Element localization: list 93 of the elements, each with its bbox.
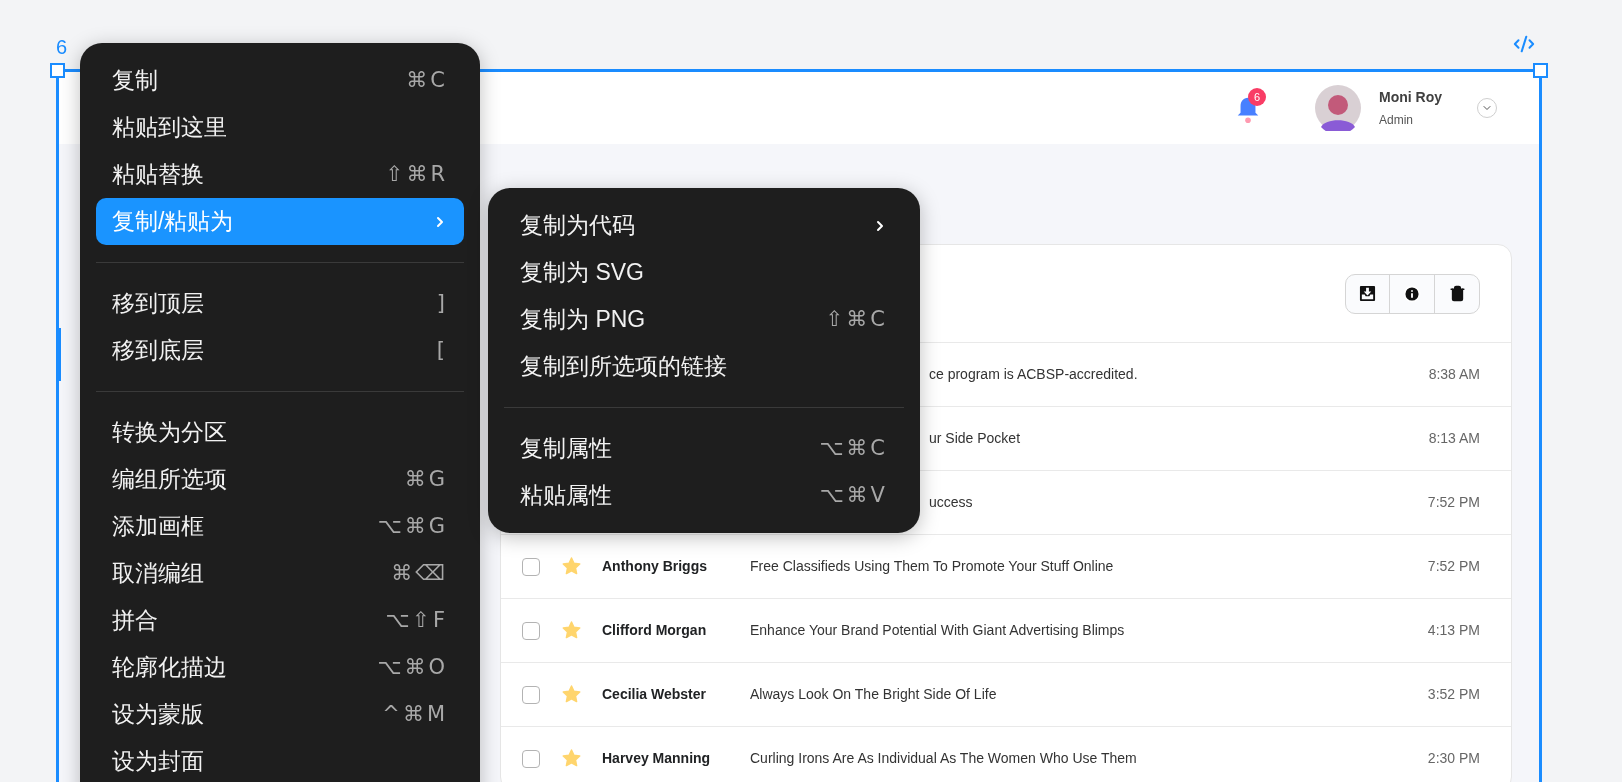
email-time: 7:52 PM bbox=[1427, 557, 1480, 576]
archive-icon bbox=[1359, 285, 1376, 302]
menu-label: 粘贴到这里 bbox=[112, 113, 227, 143]
shortcut-label: ⇧⌘R bbox=[385, 160, 448, 188]
user-name: Moni Roy bbox=[1379, 88, 1443, 107]
menu-label: 转换为分区 bbox=[112, 418, 227, 448]
menu-item[interactable]: 复制为代码 bbox=[504, 202, 904, 249]
shortcut-label: ⌥⌘G bbox=[377, 512, 448, 540]
menu-item[interactable]: 粘贴到这里 bbox=[96, 104, 464, 151]
menu-item[interactable]: 设为蒙版 ^⌘M bbox=[96, 691, 464, 738]
shortcut-label: ⇧⌘C bbox=[825, 305, 888, 333]
menu-item[interactable]: 复制为 PNG ⇧⌘C bbox=[504, 296, 904, 343]
star-icon[interactable] bbox=[562, 685, 581, 704]
email-subject: ur Side Pocket bbox=[929, 429, 1022, 448]
menu-label: 移到顶层 bbox=[112, 289, 204, 319]
corner-handle[interactable] bbox=[1533, 63, 1548, 78]
menu-item[interactable]: 粘贴属性 ⌥⌘V bbox=[504, 472, 904, 519]
email-subject: ce program is ACBSP-accredited. bbox=[929, 365, 1139, 384]
menu-label: 复制/粘贴为 bbox=[112, 207, 234, 237]
row-checkbox[interactable] bbox=[522, 557, 540, 576]
menu-label: 粘贴替换 bbox=[112, 160, 204, 190]
menu-item[interactable]: 复制 ⌘C bbox=[96, 57, 464, 104]
menu-item[interactable]: 移到顶层 ] bbox=[96, 280, 464, 327]
menu-item[interactable]: 拼合 ⌥⇧F bbox=[96, 597, 464, 644]
star-icon[interactable] bbox=[562, 621, 581, 640]
sender-name: Clifford Morgan bbox=[602, 621, 708, 640]
email-row[interactable]: Harvey Manning Curling Irons Are As Individual As The Women Who Use Them 2:30 PM bbox=[501, 726, 1511, 782]
menu-item[interactable]: 复制属性 ⌥⌘C bbox=[504, 425, 904, 472]
menu-label: 添加画框 bbox=[112, 512, 204, 542]
sender-name: Cecilia Webster bbox=[602, 685, 707, 704]
menu-item[interactable]: 粘贴替换 ⇧⌘R bbox=[96, 151, 464, 198]
corner-handle[interactable] bbox=[50, 63, 65, 78]
menu-item[interactable]: 复制为 SVG bbox=[504, 249, 904, 296]
email-time: 8:38 AM bbox=[1428, 365, 1480, 384]
shortcut-label: [ bbox=[436, 336, 448, 364]
email-time: 2:30 PM bbox=[1427, 749, 1480, 768]
menu-label: 取消编组 bbox=[112, 559, 204, 589]
code-icon[interactable] bbox=[1511, 33, 1537, 55]
row-checkbox[interactable] bbox=[522, 621, 540, 640]
menu-label: 移到底层 bbox=[112, 336, 204, 366]
menu-item[interactable]: 移到底层 [ bbox=[96, 327, 464, 374]
email-subject: Always Look On The Bright Side Of Life bbox=[750, 685, 998, 704]
menu-label: 拼合 bbox=[112, 606, 158, 636]
email-subject: Free Classifieds Using Them To Promote Your Stuff Online bbox=[750, 557, 1115, 576]
menu-label: 复制为 SVG bbox=[520, 258, 644, 288]
email-time: 8:13 AM bbox=[1428, 429, 1480, 448]
menu-label: 复制为代码 bbox=[520, 211, 635, 241]
menu-label: 轮廓化描边 bbox=[112, 653, 227, 683]
menu-label: 设为蒙版 bbox=[112, 700, 204, 730]
email-subject: Enhance Your Brand Potential With Giant Advertising Blimps bbox=[750, 621, 1126, 640]
email-row[interactable]: Anthony Briggs Free Classifieds Using Them To Promote Your Stuff Online 7:52 PM bbox=[501, 534, 1511, 598]
email-row[interactable]: Clifford Morgan Enhance Your Brand Potential With Giant Advertising Blimps 4:13 PM bbox=[501, 598, 1511, 662]
menu-item[interactable]: 轮廓化描边 ⌥⌘O bbox=[96, 644, 464, 691]
star-icon[interactable] bbox=[562, 749, 581, 768]
menu-label: 设为封面 bbox=[112, 747, 204, 777]
email-time: 7:52 PM bbox=[1427, 493, 1480, 512]
menu-label: 复制 bbox=[112, 66, 158, 96]
avatar[interactable] bbox=[1315, 85, 1361, 131]
menu-item[interactable]: 编组所选项 ⌘G bbox=[96, 456, 464, 503]
email-time: 4:13 PM bbox=[1427, 621, 1480, 640]
menu-item[interactable]: 转换为分区 bbox=[96, 409, 464, 456]
notification-badge: 6 bbox=[1248, 88, 1266, 106]
menu-item[interactable]: 设为封面 bbox=[96, 738, 464, 782]
shortcut-label: ⌘G bbox=[404, 465, 448, 493]
sender-name: Anthony Briggs bbox=[602, 557, 708, 576]
shortcut-label: ⌥⌘O bbox=[377, 653, 448, 681]
menu-label: 复制为 PNG bbox=[520, 305, 646, 335]
email-subject: Curling Irons Are As Individual As The Women Who Use Them bbox=[750, 749, 1138, 768]
shortcut-label: ] bbox=[436, 289, 448, 317]
email-subject: uccess bbox=[929, 493, 974, 512]
menu-label: 复制到所选项的链接 bbox=[520, 352, 727, 382]
shortcut-label: ⌘C bbox=[406, 66, 448, 94]
menu-label: 复制属性 bbox=[520, 434, 612, 464]
row-checkbox[interactable] bbox=[522, 685, 540, 704]
menu-item[interactable]: 取消编组 ⌘⌫ bbox=[96, 550, 464, 597]
menu-item[interactable]: 添加画框 ⌥⌘G bbox=[96, 503, 464, 550]
user-role: Admin bbox=[1379, 112, 1414, 129]
shortcut-label: ⌥⌘C bbox=[819, 434, 888, 462]
row-checkbox[interactable] bbox=[522, 749, 540, 768]
menu-label: 粘贴属性 bbox=[520, 481, 612, 511]
shortcut-label: ^⌘M bbox=[382, 700, 448, 728]
sender-name: Harvey Manning bbox=[602, 749, 712, 768]
menu-label: 编组所选项 bbox=[112, 465, 227, 495]
trash-icon bbox=[1448, 285, 1466, 302]
shortcut-label: ⌥⌘V bbox=[819, 481, 888, 509]
shortcut-label: ⌥⇧F bbox=[385, 606, 448, 634]
email-row[interactable]: Cecilia Webster Always Look On The Bright Side Of Life 3:52 PM bbox=[501, 662, 1511, 726]
star-icon[interactable] bbox=[562, 557, 581, 576]
info-icon bbox=[1403, 284, 1421, 303]
frame-label: 6 bbox=[56, 35, 68, 60]
email-time: 3:52 PM bbox=[1427, 685, 1480, 704]
menu-item[interactable]: 复制到所选项的链接 bbox=[504, 343, 904, 390]
shortcut-label: ⌘⌫ bbox=[391, 559, 448, 587]
